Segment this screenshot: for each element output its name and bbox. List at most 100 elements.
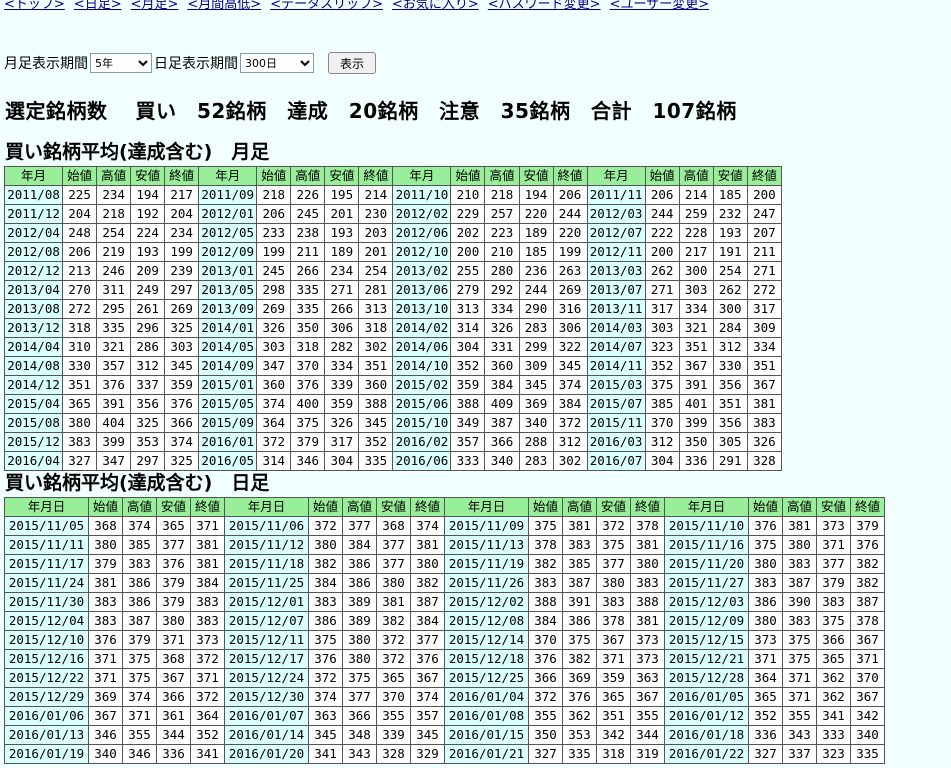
price-cell: 283	[518, 318, 554, 338]
price-cell: 389	[342, 611, 377, 631]
price-cell: 385	[644, 394, 680, 414]
price-cell: 255	[450, 261, 486, 281]
price-cell: 193	[324, 223, 360, 243]
nav-link[interactable]: <ユーザー変更>	[610, 0, 710, 12]
column-header: 始値	[748, 497, 783, 517]
price-cell: 211	[746, 242, 783, 262]
price-cell: 288	[518, 432, 554, 452]
price-cell: 356	[712, 375, 748, 395]
date-cell: 2012/03	[586, 204, 646, 224]
daily-average-table: 年月日 始値 高値 安値 終値 年月日 始値 高値 安値 終値 年月日 始値 高値 安値 終値 年月日 始値 高値…	[4, 497, 885, 764]
column-header: 年月日	[444, 497, 529, 517]
column-header: 年月日	[224, 497, 309, 517]
price-cell: 384	[528, 611, 563, 631]
price-cell: 389	[342, 592, 377, 612]
price-cell: 380	[342, 630, 377, 650]
price-cell: 384	[552, 394, 588, 414]
table-row: 2013/12 318 335 296 325 2014/01 326 350 306 318 20…	[3, 318, 783, 338]
price-cell: 335	[358, 451, 394, 471]
price-cell: 379	[156, 573, 191, 593]
date-cell: 2013/09	[198, 299, 258, 319]
price-cell: 382	[850, 554, 885, 574]
nav-link[interactable]: <月足>	[131, 0, 179, 12]
price-cell: 244	[518, 280, 554, 300]
price-cell: 380	[88, 535, 123, 555]
price-cell: 292	[484, 280, 520, 300]
column-header: 安値	[518, 166, 554, 186]
price-cell: 380	[748, 554, 783, 574]
price-cell: 321	[678, 318, 714, 338]
price-cell: 318	[290, 337, 326, 357]
price-cell: 269	[164, 299, 200, 319]
date-cell: 2013/12	[3, 318, 64, 338]
date-cell: 2015/11/24	[4, 573, 89, 593]
date-cell: 2016/01/12	[664, 706, 749, 726]
price-cell: 352	[748, 706, 783, 726]
price-cell: 383	[88, 611, 123, 631]
nav-link[interactable]: <トップ>	[4, 0, 65, 12]
monthly-section-title: 買い銘柄平均(達成含む) 月足	[5, 141, 270, 163]
price-cell: 246	[96, 261, 132, 281]
show-button[interactable]: 表示	[328, 52, 376, 74]
price-cell: 381	[562, 516, 597, 536]
price-cell: 248	[62, 223, 98, 243]
date-cell: 2016/01/13	[4, 725, 89, 745]
column-header: 安値	[376, 497, 411, 517]
price-cell: 340	[518, 413, 554, 433]
date-cell: 2012/06	[392, 223, 452, 243]
price-cell: 312	[712, 337, 748, 357]
price-cell: 312	[644, 432, 680, 452]
table-row: 2016/04 327 347 297 325 2016/05 314 346 304 335 20…	[3, 451, 783, 471]
price-cell: 272	[62, 299, 98, 319]
date-cell: 2016/07	[586, 451, 646, 471]
price-cell: 381	[746, 394, 783, 414]
table-header-row: 年月 始値 高値 安値 終値 年月 始値 高値 安値 終値 年月 始値 高値 安値 終値 年月 始値 高値 安値 終値	[3, 166, 783, 186]
column-header: 始値	[528, 497, 563, 517]
price-cell: 229	[450, 204, 486, 224]
price-cell: 210	[484, 242, 520, 262]
date-cell: 2012/01	[198, 204, 258, 224]
price-cell: 388	[528, 592, 563, 612]
price-cell: 366	[816, 630, 851, 650]
date-cell: 2014/03	[586, 318, 646, 338]
column-header: 終値	[190, 497, 225, 517]
date-cell: 2014/11	[586, 356, 646, 376]
nav-link[interactable]: <月間高低>	[187, 0, 261, 12]
price-cell: 372	[596, 516, 631, 536]
price-cell: 300	[712, 299, 748, 319]
price-cell: 382	[410, 573, 445, 593]
day-period-select[interactable]: 300日	[240, 53, 314, 73]
price-cell: 366	[156, 687, 191, 707]
price-cell: 295	[96, 299, 132, 319]
table-row: 2013/08 272 295 261 269 2013/09 269 335 266 313 20…	[3, 299, 783, 319]
date-cell: 2015/01	[198, 375, 258, 395]
price-cell: 339	[324, 375, 360, 395]
price-cell: 378	[596, 611, 631, 631]
price-cell: 314	[256, 451, 292, 471]
price-cell: 303	[164, 337, 200, 357]
nav-link[interactable]: <パスワード変更>	[488, 0, 601, 12]
column-header: 終値	[164, 166, 200, 186]
price-cell: 348	[342, 725, 377, 745]
price-cell: 367	[596, 630, 631, 650]
column-header: 安値	[816, 497, 851, 517]
date-cell: 2016/01/18	[664, 725, 749, 745]
month-period-select[interactable]: 5年	[90, 53, 152, 73]
price-cell: 254	[712, 261, 748, 281]
date-cell: 2015/10	[392, 413, 452, 433]
price-cell: 333	[816, 725, 851, 745]
table-row: 2015/11/30 383 386 379 383 2015/12/01 383 389 38…	[4, 592, 885, 612]
nav-link[interactable]: <データスリップ>	[270, 0, 383, 12]
date-cell: 2014/08	[3, 356, 64, 376]
nav-link[interactable]: <お気に入り>	[392, 0, 479, 12]
price-cell: 303	[678, 280, 714, 300]
nav-link[interactable]: <日足>	[74, 0, 122, 12]
price-cell: 185	[518, 242, 554, 262]
price-cell: 371	[850, 649, 885, 669]
price-cell: 271	[324, 280, 360, 300]
table-row: 2015/12/29 369 374 366 372 2015/12/30 374 377 37…	[4, 687, 885, 707]
price-cell: 387	[562, 573, 597, 593]
price-cell: 193	[712, 223, 748, 243]
price-cell: 333	[450, 451, 486, 471]
date-cell: 2015/11/19	[444, 554, 529, 574]
